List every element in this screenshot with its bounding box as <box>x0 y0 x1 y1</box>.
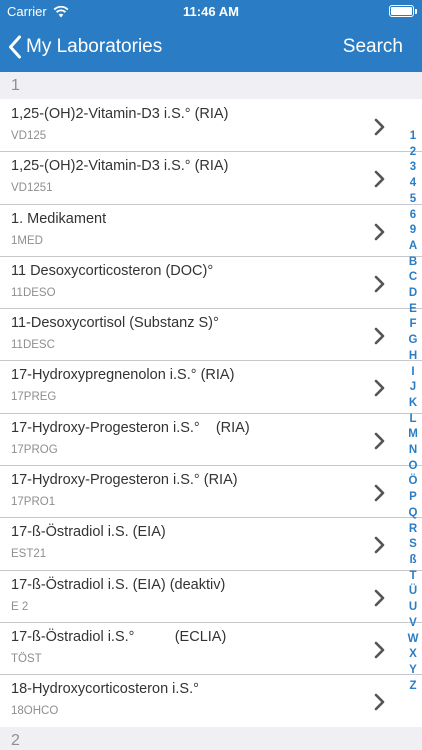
item-code: TÖST <box>11 652 42 665</box>
list-item[interactable]: 11-Desoxycortisol (Substanz S)° 11DESC <box>0 309 422 362</box>
chevron-right-icon <box>374 223 385 240</box>
index-letter[interactable]: H <box>409 349 417 365</box>
item-code: 17PRO1 <box>11 496 56 509</box>
index-letter[interactable]: K <box>409 396 417 412</box>
index-letter[interactable]: C <box>409 270 417 286</box>
search-button[interactable]: Search <box>343 36 403 58</box>
item-title: 1,25-(OH)2-Vitamin-D3 i.S.° (RIA) <box>11 106 229 122</box>
chevron-right-icon <box>374 693 385 711</box>
item-title: 17-ß-Östradiol i.S.° (ECLIA) <box>11 628 227 645</box>
index-letter[interactable]: B <box>409 255 417 271</box>
chevron-left-icon <box>9 35 21 59</box>
item-code: 17PREG <box>11 391 57 404</box>
index-letter[interactable]: ß <box>409 553 416 569</box>
index-letter[interactable]: 2 <box>410 145 416 161</box>
item-code: VD1251 <box>11 182 53 195</box>
index-letter[interactable]: S <box>409 537 417 553</box>
list-item[interactable]: 18-Hydroxycorticosteron i.S.° 18OHCO <box>0 675 422 728</box>
index-letter[interactable]: R <box>409 522 417 538</box>
battery-icon <box>389 5 417 17</box>
index-letter[interactable]: X <box>409 647 417 663</box>
index-letter[interactable]: E <box>409 302 417 318</box>
battery-fill <box>391 7 412 15</box>
item-code: 1MED <box>11 234 43 247</box>
item-title: 17-ß-Östradiol i.S. (EIA) (deaktiv) <box>11 576 226 593</box>
list-item[interactable]: 1,25-(OH)2-Vitamin-D3 i.S.° (RIA) VD125 <box>0 100 422 153</box>
chevron-right-icon <box>374 118 385 136</box>
navigation-bar: My Laboratories Search <box>0 22 422 72</box>
list-item[interactable]: 1. Medikament 1MED <box>0 205 422 257</box>
item-title: 11 Desoxycorticosteron (DOC)° <box>11 262 214 279</box>
index-letter[interactable]: Ö <box>409 474 418 490</box>
back-button[interactable]: My Laboratories <box>8 34 162 60</box>
index-letter[interactable]: 3 <box>410 160 416 176</box>
index-letter[interactable]: T <box>409 569 416 585</box>
status-bar: Carrier 11:46 AM <box>0 0 422 22</box>
section-index[interactable]: 1234569ABCDEFGHIJKLMNOÖPQRSßTÜUVWXYZ <box>404 129 422 694</box>
chevron-right-icon <box>374 537 385 554</box>
item-title: 17-ß-Östradiol i.S. (EIA) <box>11 524 166 541</box>
index-letter[interactable]: 1 <box>410 129 416 145</box>
item-title: 1,25-(OH)2-Vitamin-D3 i.S.° (RIA) <box>11 158 229 175</box>
chevron-right-icon <box>374 380 385 397</box>
index-letter[interactable]: U <box>409 600 417 616</box>
list-item[interactable]: 17-Hydroxy-Progesteron i.S.° (RIA) 17PROG <box>0 414 422 467</box>
top-bar: Carrier 11:46 AM My Laboratories Search <box>0 0 422 72</box>
index-letter[interactable]: Y <box>409 663 417 679</box>
index-letter[interactable]: I <box>411 365 414 381</box>
laboratory-list: 1,25-(OH)2-Vitamin-D3 i.S.° (RIA) VD125 1,… <box>0 100 422 728</box>
index-letter[interactable]: G <box>409 333 418 349</box>
index-letter[interactable]: Z <box>409 679 416 695</box>
index-letter[interactable]: W <box>408 632 419 648</box>
section-header-1: 1 <box>0 72 422 99</box>
index-letter[interactable]: 4 <box>410 176 416 192</box>
item-title: 17-Hydroxy-Progesteron i.S.° (RIA) <box>11 472 238 489</box>
chevron-right-icon <box>374 641 385 659</box>
index-letter[interactable]: P <box>409 490 417 506</box>
item-title: 17-Hydroxypregnenolon i.S.° (RIA) <box>11 367 235 384</box>
index-letter[interactable]: Ü <box>409 584 417 600</box>
item-title: 1. Medikament <box>11 210 107 227</box>
item-title: 11-Desoxycortisol (Substanz S)° <box>11 315 219 332</box>
index-letter[interactable]: D <box>409 286 417 302</box>
item-code: 11DESC <box>11 339 55 352</box>
index-letter[interactable]: 6 <box>410 208 416 224</box>
index-letter[interactable]: O <box>409 459 418 475</box>
list-item[interactable]: 17-Hydroxy-Progesteron i.S.° (RIA) 17PRO1 <box>0 466 422 519</box>
index-letter[interactable]: F <box>409 317 416 333</box>
chevron-right-icon <box>374 170 385 188</box>
list-item[interactable]: 17-ß-Östradiol i.S.° (ECLIA) TÖST <box>0 623 422 676</box>
index-letter[interactable]: N <box>409 443 417 459</box>
item-code: 17PROG <box>11 443 58 456</box>
list-item[interactable]: 17-ß-Östradiol i.S. (EIA) EST21 <box>0 518 422 571</box>
list-item[interactable]: 17-ß-Östradiol i.S. (EIA) (deaktiv) E 2 <box>0 571 422 623</box>
chevron-right-icon <box>374 484 385 502</box>
chevron-right-icon <box>374 589 385 606</box>
item-code: E 2 <box>11 600 29 613</box>
item-code: VD125 <box>11 130 47 142</box>
item-title: 18-Hydroxycorticosteron i.S.° <box>11 681 199 698</box>
section-header-2: 2 <box>0 727 422 750</box>
index-letter[interactable]: M <box>408 427 418 443</box>
list-item[interactable]: 11 Desoxycorticosteron (DOC)° 11DESO <box>0 257 422 310</box>
list-item[interactable]: 1,25-(OH)2-Vitamin-D3 i.S.° (RIA) VD1251 <box>0 152 422 205</box>
item-code: 11DESO <box>11 286 56 299</box>
status-time: 11:46 AM <box>183 4 239 19</box>
chevron-right-icon <box>374 275 385 293</box>
index-letter[interactable]: A <box>409 239 417 255</box>
list-item[interactable]: 17-Hydroxypregnenolon i.S.° (RIA) 17PREG <box>0 361 422 414</box>
index-letter[interactable]: 5 <box>410 192 416 208</box>
index-letter[interactable]: L <box>409 412 416 428</box>
battery-nub <box>415 9 417 14</box>
chevron-right-icon <box>374 327 385 345</box>
item-code: 18OHCO <box>11 705 59 718</box>
index-letter[interactable]: J <box>410 380 416 396</box>
item-code: EST21 <box>11 548 47 561</box>
item-title: 17-Hydroxy-Progesteron i.S.° (RIA) <box>11 419 250 436</box>
index-letter[interactable]: Q <box>409 506 418 522</box>
index-letter[interactable]: V <box>409 616 417 632</box>
back-button-label: My Laboratories <box>26 36 163 57</box>
index-letter[interactable]: 9 <box>410 223 416 239</box>
chevron-right-icon <box>374 432 385 450</box>
